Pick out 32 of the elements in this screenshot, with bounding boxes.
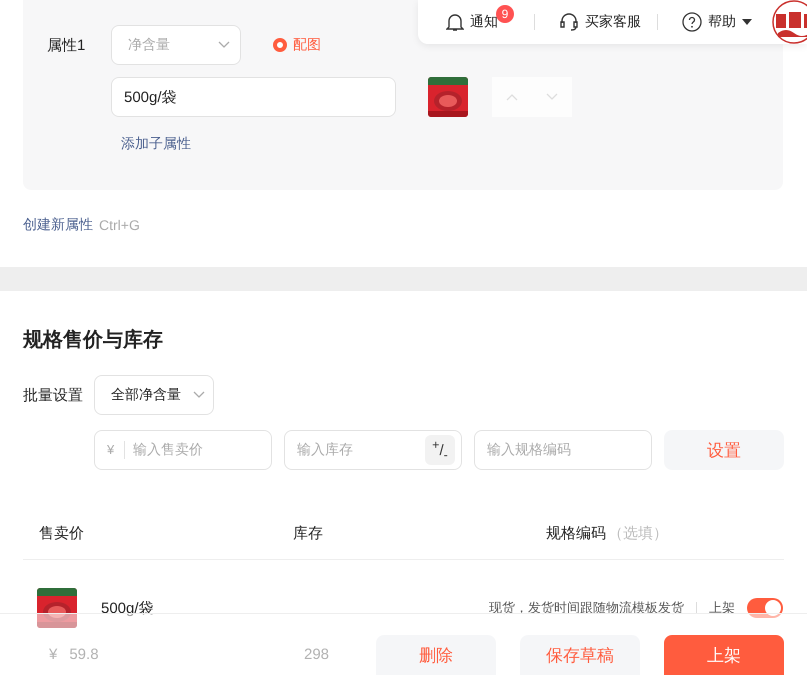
shortcut-hint: Ctrl+G — [99, 217, 140, 233]
bell-icon — [446, 12, 464, 32]
add-sub-attribute-link[interactable]: 添加子属性 — [121, 135, 191, 153]
batch-label: 批量设置 — [23, 386, 84, 404]
publish-button[interactable]: 上架 — [664, 635, 784, 675]
attribute-label: 属性1 — [47, 36, 86, 54]
chevron-up-icon — [506, 93, 518, 101]
currency-sign: ¥ — [49, 646, 58, 663]
column-header: 规格编码 — [546, 525, 606, 542]
notification-badge: 9 — [496, 5, 514, 23]
stock-value: 298 — [304, 646, 330, 663]
help-icon — [682, 12, 702, 32]
listing-label: 上架 — [709, 599, 735, 617]
customer-service-button[interactable]: 买家客服 — [559, 2, 641, 42]
listing-toggle[interactable] — [747, 598, 783, 618]
price-value: 59.8 — [69, 646, 99, 663]
notifications-button[interactable]: 通知 9 — [446, 2, 518, 42]
caret-icon — [742, 19, 752, 25]
column-header: 售卖价 — [39, 525, 84, 542]
attribute-value-field[interactable]: 500g/袋 — [111, 77, 396, 117]
chevron-down-icon — [218, 41, 230, 49]
help-button[interactable]: 帮助 — [682, 2, 752, 42]
sign-toggle-button[interactable]: $^{+}$/$_{-}$ — [425, 435, 455, 465]
chevron-down-icon — [546, 93, 558, 101]
create-attribute-link[interactable]: 创建新属性 — [23, 216, 93, 234]
batch-scope-select[interactable]: 全部净含量 — [94, 375, 214, 415]
column-hint: （选填） — [608, 525, 668, 542]
stock-field[interactable]: 输入库存 $^{+}$/$_{-}$ — [284, 430, 462, 470]
section-title: 规格售价与库存 — [23, 328, 164, 353]
chevron-down-icon — [193, 391, 205, 399]
headset-icon — [559, 12, 579, 32]
column-header: 库存 — [293, 525, 323, 542]
